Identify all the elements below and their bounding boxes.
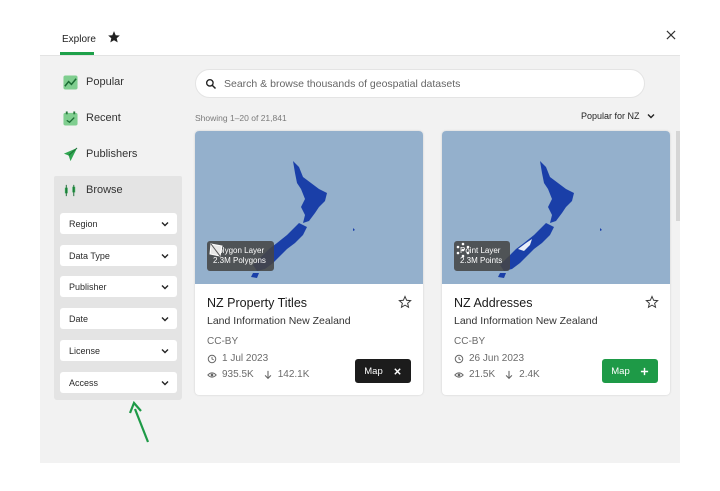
dataset-license: CC-BY [454, 336, 486, 347]
sidebar-item-label: Recent [86, 112, 121, 124]
filter-label: Date [69, 313, 89, 324]
history-icon [207, 354, 217, 363]
filter-data-type[interactable]: Data Type [60, 245, 177, 266]
dataset-card[interactable]: Polygon Layer 2.3M Polygons NZ Property … [195, 131, 423, 395]
filter-label: Publisher [69, 281, 107, 292]
dataset-card[interactable]: Point Layer 2.3M Points NZ Addresses Lan… [442, 131, 670, 395]
dataset-license: CC-BY [207, 336, 239, 347]
points-icon [456, 242, 470, 258]
add-to-map-button[interactable]: Map [602, 359, 658, 383]
dataset-title[interactable]: NZ Addresses [454, 296, 533, 310]
sidebar-item-label: Browse [86, 184, 123, 196]
filter-license[interactable]: License [60, 340, 177, 361]
map-button-label: Map [364, 365, 383, 377]
filter-label: Region [69, 218, 98, 229]
tab-explore[interactable]: Explore [62, 34, 96, 45]
dataset-map-preview: Point Layer 2.3M Points [442, 131, 670, 284]
eye-icon [454, 371, 464, 378]
chevron-down-icon [161, 253, 169, 258]
filter-label: License [69, 345, 101, 356]
chevron-down-icon [161, 221, 169, 226]
chevron-down-icon [161, 380, 169, 385]
filter-label: Data Type [69, 250, 110, 261]
views-count: 21.5K [469, 369, 496, 380]
downloads-count: 2.4K [519, 369, 540, 380]
dataset-map-preview: Polygon Layer 2.3M Polygons [195, 131, 423, 284]
favorite-star-icon[interactable] [645, 295, 659, 309]
filter-label: Access [69, 377, 99, 388]
chevron-down-icon [161, 348, 169, 353]
filter-date[interactable]: Date [60, 308, 177, 329]
filter-region[interactable]: Region [60, 213, 177, 234]
dataset-title[interactable]: NZ Property Titles [207, 296, 307, 310]
favorites-star-icon[interactable] [107, 30, 121, 44]
dataset-stats: 21.5K 2.4K [454, 369, 540, 380]
favorite-star-icon[interactable] [398, 295, 412, 309]
chevron-down-icon [161, 316, 169, 321]
dataset-date: 26 Jun 2023 [454, 353, 524, 364]
dataset-date-text: 26 Jun 2023 [469, 353, 525, 364]
sidebar-item-browse[interactable]: Browse [54, 176, 182, 204]
download-icon [505, 370, 513, 379]
filter-access[interactable]: Access [60, 372, 177, 393]
sidebar-item-popular[interactable]: Popular [54, 68, 180, 96]
sidebar-item-publishers[interactable]: Publishers [54, 140, 180, 168]
search-input[interactable] [224, 77, 624, 90]
layer-type-badge: Polygon Layer 2.3M Polygons [207, 241, 274, 271]
chevron-down-icon [161, 284, 169, 289]
dataset-publisher[interactable]: Land Information New Zealand [207, 315, 351, 327]
filter-publisher[interactable]: Publisher [60, 276, 177, 297]
eye-icon [207, 371, 217, 378]
layer-type-badge: Point Layer 2.3M Points [454, 241, 511, 271]
history-icon [454, 354, 464, 363]
send-icon [62, 146, 78, 162]
dataset-publisher[interactable]: Land Information New Zealand [454, 315, 598, 327]
active-tab-indicator [60, 52, 94, 55]
sort-label: Popular for NZ [581, 111, 640, 121]
annotation-arrow-icon [128, 400, 150, 443]
close-icon [394, 367, 401, 375]
scrollbar[interactable] [676, 131, 680, 221]
remove-from-map-button[interactable]: Map [355, 359, 411, 383]
chart-icon [62, 74, 78, 90]
search-icon [205, 78, 217, 89]
results-count: Showing 1–20 of 21,841 [195, 113, 287, 123]
sidebar-item-label: Popular [86, 76, 124, 88]
dataset-stats: 935.5K 142.1K [207, 369, 309, 380]
sidebar-item-label: Publishers [86, 148, 138, 160]
search-bar[interactable] [195, 69, 645, 98]
dataset-date: 1 Jul 2023 [207, 353, 268, 364]
chevron-down-icon [647, 114, 655, 119]
polygon-icon [209, 243, 223, 257]
map-button-label: Map [611, 365, 630, 377]
sort-dropdown[interactable]: Popular for NZ [581, 111, 656, 121]
download-icon [264, 370, 272, 379]
plus-icon [640, 367, 648, 375]
dataset-date-text: 1 Jul 2023 [222, 353, 269, 364]
close-icon[interactable] [664, 28, 678, 42]
browse-icon [62, 182, 78, 198]
sidebar-item-recent[interactable]: Recent [54, 104, 180, 132]
views-count: 935.5K [222, 369, 254, 380]
top-tab-bar: Explore [40, 24, 680, 56]
downloads-count: 142.1K [277, 369, 310, 380]
calendar-icon [62, 110, 78, 126]
